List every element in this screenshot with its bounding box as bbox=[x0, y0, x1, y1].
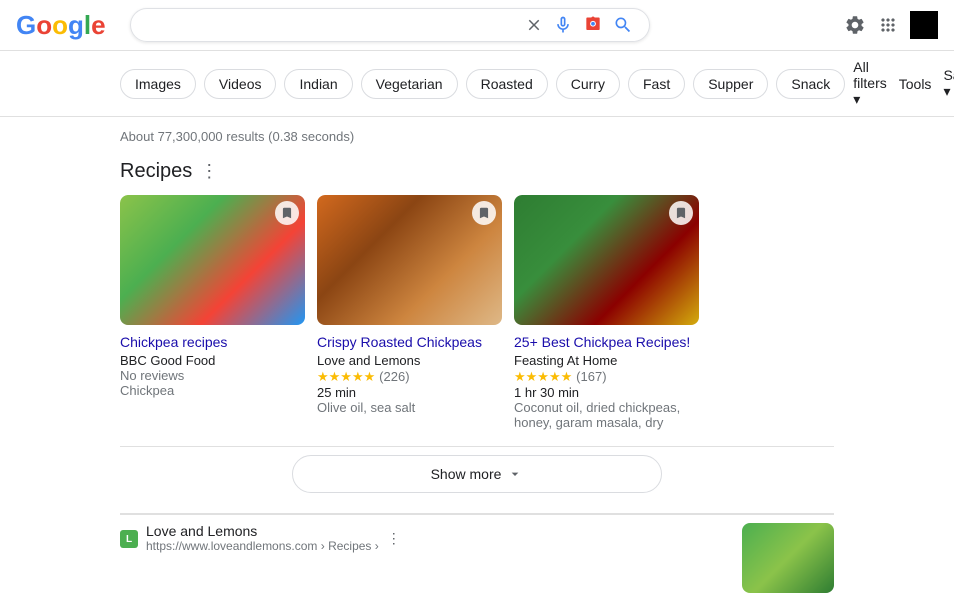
recipe-time-3: 1 hr 30 min bbox=[514, 385, 699, 400]
lens-button[interactable] bbox=[583, 15, 603, 35]
show-more-container: Show more bbox=[120, 455, 834, 493]
recipes-more-icon[interactable]: ⋮ bbox=[200, 161, 218, 182]
recipe-title-3[interactable]: 25+ Best Chickpea Recipes! bbox=[514, 334, 690, 350]
recipe-image-1 bbox=[120, 195, 305, 325]
recipe-card-1[interactable]: Chickpea recipes BBC Good Food No review… bbox=[120, 195, 305, 430]
recipes-title: Recipes bbox=[120, 160, 192, 183]
recipe-image-3 bbox=[514, 195, 699, 325]
results-count: About 77,300,000 results (0.38 seconds) bbox=[120, 129, 834, 144]
settings-button[interactable] bbox=[844, 14, 866, 36]
bookmark-button-2[interactable] bbox=[472, 201, 496, 225]
recipe-card-3[interactable]: 25+ Best Chickpea Recipes! Feasting At H… bbox=[514, 195, 699, 430]
tools-link[interactable]: Tools bbox=[899, 76, 932, 92]
bookmark-button-3[interactable] bbox=[669, 201, 693, 225]
filter-roasted[interactable]: Roasted bbox=[466, 69, 548, 99]
header-right bbox=[844, 11, 938, 39]
recipe-ingredients-3: Coconut oil, dried chickpeas, honey, gar… bbox=[514, 400, 699, 430]
recipe-tag-1: Chickpea bbox=[120, 383, 305, 398]
result-url: https://www.loveandlemons.com › Recipes … bbox=[146, 539, 379, 553]
recipe-source-3: Feasting At Home bbox=[514, 353, 699, 368]
recipe-time-2: 25 min bbox=[317, 385, 502, 400]
bookmark-button-1[interactable] bbox=[275, 201, 299, 225]
recipe-title-1[interactable]: Chickpea recipes bbox=[120, 334, 227, 350]
search-input[interactable]: chickpea recipes bbox=[147, 16, 517, 34]
filter-images[interactable]: Images bbox=[120, 69, 196, 99]
filter-indian[interactable]: Indian bbox=[284, 69, 352, 99]
result-favicon: L bbox=[120, 530, 138, 548]
results-area: About 77,300,000 results (0.38 seconds) … bbox=[0, 117, 954, 613]
search-result-loveandlemons: L Love and Lemons https://www.loveandlem… bbox=[120, 514, 834, 601]
header: G o o g l e chickpea recipes bbox=[0, 0, 954, 51]
avatar[interactable] bbox=[910, 11, 938, 39]
all-filters-link[interactable]: All filters ▾ bbox=[853, 59, 886, 108]
google-logo: G o o g l e bbox=[16, 10, 106, 41]
filter-videos[interactable]: Videos bbox=[204, 69, 277, 99]
filter-curry[interactable]: Curry bbox=[556, 69, 620, 99]
recipes-section-header: Recipes ⋮ bbox=[120, 160, 834, 183]
filter-vegetarian[interactable]: Vegetarian bbox=[361, 69, 458, 99]
microphone-button[interactable] bbox=[553, 15, 573, 35]
recipe-source-2: Love and Lemons bbox=[317, 353, 502, 368]
recipe-source-1: BBC Good Food bbox=[120, 353, 305, 368]
clear-button[interactable] bbox=[525, 16, 543, 34]
recipe-reviews-1: No reviews bbox=[120, 368, 305, 383]
safesearch-link[interactable]: SafeSearch ▾ bbox=[943, 67, 954, 100]
recipe-ingredients-2: Olive oil, sea salt bbox=[317, 400, 502, 415]
filter-supper[interactable]: Supper bbox=[693, 69, 768, 99]
filter-bar: Images Videos Indian Vegetarian Roasted … bbox=[0, 51, 954, 117]
apps-button[interactable] bbox=[878, 15, 898, 35]
filter-fast[interactable]: Fast bbox=[628, 69, 685, 99]
result-more-options-icon[interactable]: ⋮ bbox=[387, 530, 401, 547]
filter-snack[interactable]: Snack bbox=[776, 69, 845, 99]
search-button[interactable] bbox=[613, 15, 633, 35]
recipes-grid: Chickpea recipes BBC Good Food No review… bbox=[120, 195, 834, 430]
show-more-button[interactable]: Show more bbox=[292, 455, 662, 493]
recipe-card-2[interactable]: Crispy Roasted Chickpeas Love and Lemons… bbox=[317, 195, 502, 430]
recipe-rating-2: ★★★★★ (226) bbox=[317, 368, 502, 385]
recipe-title-2[interactable]: Crispy Roasted Chickpeas bbox=[317, 334, 482, 350]
result-thumbnail bbox=[742, 523, 834, 593]
search-bar: chickpea recipes bbox=[130, 8, 650, 42]
recipe-rating-3: ★★★★★ (167) bbox=[514, 368, 699, 385]
chevron-down-icon bbox=[507, 466, 523, 482]
recipe-image-2 bbox=[317, 195, 502, 325]
